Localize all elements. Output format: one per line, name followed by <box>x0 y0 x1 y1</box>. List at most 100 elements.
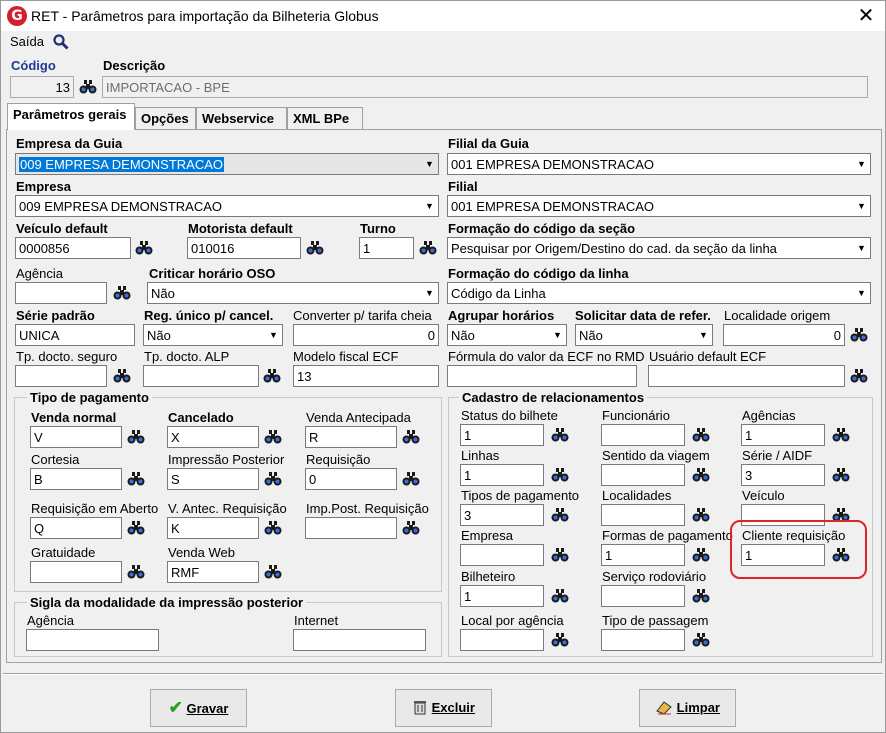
venda-antecipada-field[interactable]: R <box>305 426 397 448</box>
motorista-default-label: Motorista default <box>188 221 293 236</box>
cancelado-field[interactable]: X <box>167 426 259 448</box>
binoculars-icon[interactable] <box>264 564 282 580</box>
funcionario-field[interactable] <box>601 424 685 446</box>
binoculars-icon[interactable] <box>135 240 153 256</box>
filial-select[interactable]: 001 EMPRESA DEMONSTRACAO ▼ <box>447 195 871 217</box>
local-agencia-field[interactable] <box>460 629 544 651</box>
serie-padrao-field[interactable]: UNICA <box>15 324 135 346</box>
binoculars-icon[interactable] <box>551 588 569 604</box>
empresa-guia-label: Empresa da Guia <box>16 136 123 151</box>
criticar-horario-select[interactable]: Não ▼ <box>147 282 439 304</box>
tipos-pagamento-field[interactable]: 3 <box>460 504 544 526</box>
binoculars-icon[interactable] <box>306 240 324 256</box>
binoculars-icon[interactable] <box>551 632 569 648</box>
sigla-agencia-field[interactable] <box>26 629 159 651</box>
binoculars-icon[interactable] <box>79 79 97 95</box>
venda-web-field[interactable]: RMF <box>167 561 259 583</box>
binoculars-icon[interactable] <box>127 471 145 487</box>
binoculars-icon[interactable] <box>832 467 850 483</box>
agencias-field[interactable]: 1 <box>741 424 825 446</box>
empresa-select[interactable]: 009 EMPRESA DEMONSTRACAO ▼ <box>15 195 439 217</box>
binoculars-icon[interactable] <box>850 327 868 343</box>
binoculars-icon[interactable] <box>551 467 569 483</box>
binoculars-icon[interactable] <box>692 467 710 483</box>
binoculars-icon[interactable] <box>402 429 420 445</box>
binoculars-icon[interactable] <box>264 429 282 445</box>
filial-guia-select[interactable]: 001 EMPRESA DEMONSTRACAO ▼ <box>447 153 871 175</box>
binoculars-icon[interactable] <box>551 547 569 563</box>
formacao-secao-select[interactable]: Pesquisar por Origem/Destino do cad. da … <box>447 237 871 259</box>
localidades-field[interactable] <box>601 504 685 526</box>
binoculars-icon[interactable] <box>551 427 569 443</box>
binoculars-icon[interactable] <box>402 520 420 536</box>
tab-parametros-gerais[interactable]: Parâmetros gerais <box>7 103 135 130</box>
binoculars-icon[interactable] <box>113 368 131 384</box>
modelo-fiscal-field[interactable]: 13 <box>293 365 439 387</box>
binoculars-icon[interactable] <box>692 588 710 604</box>
serie-aidf-field[interactable]: 3 <box>741 464 825 486</box>
limpar-button[interactable]: Limpar <box>639 689 736 727</box>
search-icon[interactable] <box>53 34 69 50</box>
empresa-rel-field[interactable] <box>460 544 544 566</box>
impressao-posterior-field[interactable]: S <box>167 468 259 490</box>
veiculo-default-field[interactable]: 0000856 <box>15 237 131 259</box>
tab-opcoes[interactable]: Opções <box>135 107 196 129</box>
tab-xml-bpe[interactable]: XML BPe <box>287 107 363 129</box>
binoculars-icon[interactable] <box>850 368 868 384</box>
gravar-button[interactable]: ✔ Gravar <box>150 689 247 727</box>
binoculars-icon[interactable] <box>263 368 281 384</box>
tp-docto-seguro-field[interactable] <box>15 365 107 387</box>
binoculars-icon[interactable] <box>264 471 282 487</box>
bilheteiro-field[interactable]: 1 <box>460 585 544 607</box>
servico-rodoviario-field[interactable] <box>601 585 685 607</box>
binoculars-icon[interactable] <box>113 285 131 301</box>
formacao-linha-select[interactable]: Código da Linha ▼ <box>447 282 871 304</box>
empresa-guia-select[interactable]: 009 EMPRESA DEMONSTRACAO ▼ <box>15 153 439 175</box>
binoculars-icon[interactable] <box>832 427 850 443</box>
binoculars-icon[interactable] <box>127 429 145 445</box>
binoculars-icon[interactable] <box>127 520 145 536</box>
close-button[interactable]: ✕ <box>847 1 885 31</box>
binoculars-icon[interactable] <box>692 547 710 563</box>
agrupar-horarios-select[interactable]: Não ▼ <box>447 324 567 346</box>
gratuidade-field[interactable] <box>30 561 122 583</box>
status-bilhete-field[interactable]: 1 <box>460 424 544 446</box>
binoculars-icon[interactable] <box>127 564 145 580</box>
menu-saida[interactable]: Saída <box>10 34 44 49</box>
tab-webservice[interactable]: Webservice <box>196 107 287 129</box>
binoculars-icon[interactable] <box>551 507 569 523</box>
solicitar-data-select[interactable]: Não ▼ <box>575 324 713 346</box>
formas-pagamento-field[interactable]: 1 <box>601 544 685 566</box>
binoculars-icon[interactable] <box>692 632 710 648</box>
chevron-down-icon: ▼ <box>857 159 866 169</box>
motorista-default-field[interactable]: 010016 <box>187 237 301 259</box>
excluir-button[interactable]: Excluir <box>395 689 492 727</box>
sentido-viagem-field[interactable] <box>601 464 685 486</box>
venda-normal-field[interactable]: V <box>30 426 122 448</box>
v-antec-requisicao-field[interactable]: K <box>167 517 259 539</box>
cortesia-field[interactable]: B <box>30 468 122 490</box>
binoculars-icon[interactable] <box>692 427 710 443</box>
linhas-field[interactable]: 1 <box>460 464 544 486</box>
reg-unico-select[interactable]: Não ▼ <box>143 324 283 346</box>
requisicao-aberto-label: Requisição em Aberto <box>31 501 159 516</box>
usuario-default-field[interactable] <box>648 365 845 387</box>
requisicao-aberto-field[interactable]: Q <box>30 517 122 539</box>
sigla-internet-field[interactable] <box>293 629 426 651</box>
tp-docto-alp-field[interactable] <box>143 365 259 387</box>
binoculars-icon[interactable] <box>692 507 710 523</box>
localidade-origem-field[interactable]: 0 <box>723 324 845 346</box>
agencia-field[interactable] <box>15 282 107 304</box>
codigo-field[interactable]: 13 <box>10 76 74 98</box>
requisicao-field[interactable]: 0 <box>305 468 397 490</box>
converter-tarifa-field[interactable]: 0 <box>293 324 439 346</box>
turno-field[interactable]: 1 <box>359 237 414 259</box>
formula-ecf-field[interactable] <box>447 365 637 387</box>
descricao-field[interactable]: IMPORTACAO - BPE <box>102 76 868 98</box>
binoculars-icon[interactable] <box>402 471 420 487</box>
tipo-passagem-field[interactable] <box>601 629 685 651</box>
agencia-label: Agência <box>16 266 63 281</box>
imp-post-requisicao-field[interactable] <box>305 517 397 539</box>
binoculars-icon[interactable] <box>419 240 437 256</box>
binoculars-icon[interactable] <box>264 520 282 536</box>
